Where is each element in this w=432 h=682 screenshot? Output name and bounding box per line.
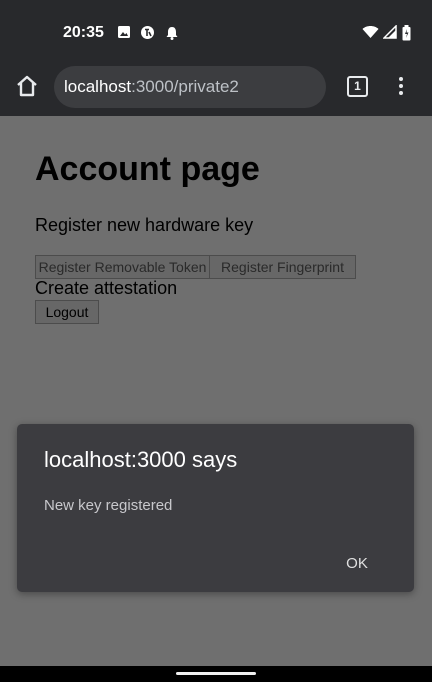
alert-dialog: localhost:3000 says New key registered O… bbox=[17, 424, 414, 592]
tab-count-label: 1 bbox=[354, 79, 361, 93]
browser-toolbar: localhost:3000/private2 1 bbox=[0, 62, 432, 116]
status-bar: 20:35 bbox=[0, 0, 432, 62]
url-path: :3000/private2 bbox=[131, 77, 239, 96]
logout-button[interactable]: Logout bbox=[35, 300, 99, 324]
address-bar[interactable]: localhost:3000/private2 bbox=[54, 66, 326, 108]
battery-icon bbox=[402, 25, 411, 41]
gesture-handle[interactable] bbox=[176, 672, 256, 675]
image-icon bbox=[118, 26, 130, 38]
dialog-title: localhost:3000 says bbox=[44, 447, 238, 472]
cell-signal-icon bbox=[383, 25, 397, 39]
register-button-row: Register Removable Token Register Finger… bbox=[35, 255, 356, 279]
dialog-ok-button[interactable]: OK bbox=[337, 552, 377, 576]
register-fingerprint-button[interactable]: Register Fingerprint bbox=[210, 255, 356, 279]
register-removable-token-button[interactable]: Register Removable Token bbox=[35, 255, 210, 279]
url-text: localhost:3000/private2 bbox=[64, 66, 239, 108]
home-icon[interactable] bbox=[14, 73, 40, 99]
url-host: localhost bbox=[64, 77, 132, 96]
system-nav-bar bbox=[0, 666, 432, 682]
status-time: 20:35 bbox=[63, 24, 104, 41]
wifi-icon bbox=[362, 26, 379, 38]
overflow-menu-icon[interactable] bbox=[394, 75, 408, 97]
register-heading: Register new hardware key bbox=[35, 215, 254, 235]
page-title: Account page bbox=[35, 150, 260, 188]
translate-icon bbox=[141, 26, 154, 39]
tab-switcher-icon[interactable]: 1 bbox=[347, 76, 368, 97]
create-attestation-text: Create attestation bbox=[35, 278, 178, 298]
dialog-message: New key registered bbox=[44, 497, 173, 514]
notification-bell-icon bbox=[166, 27, 178, 40]
